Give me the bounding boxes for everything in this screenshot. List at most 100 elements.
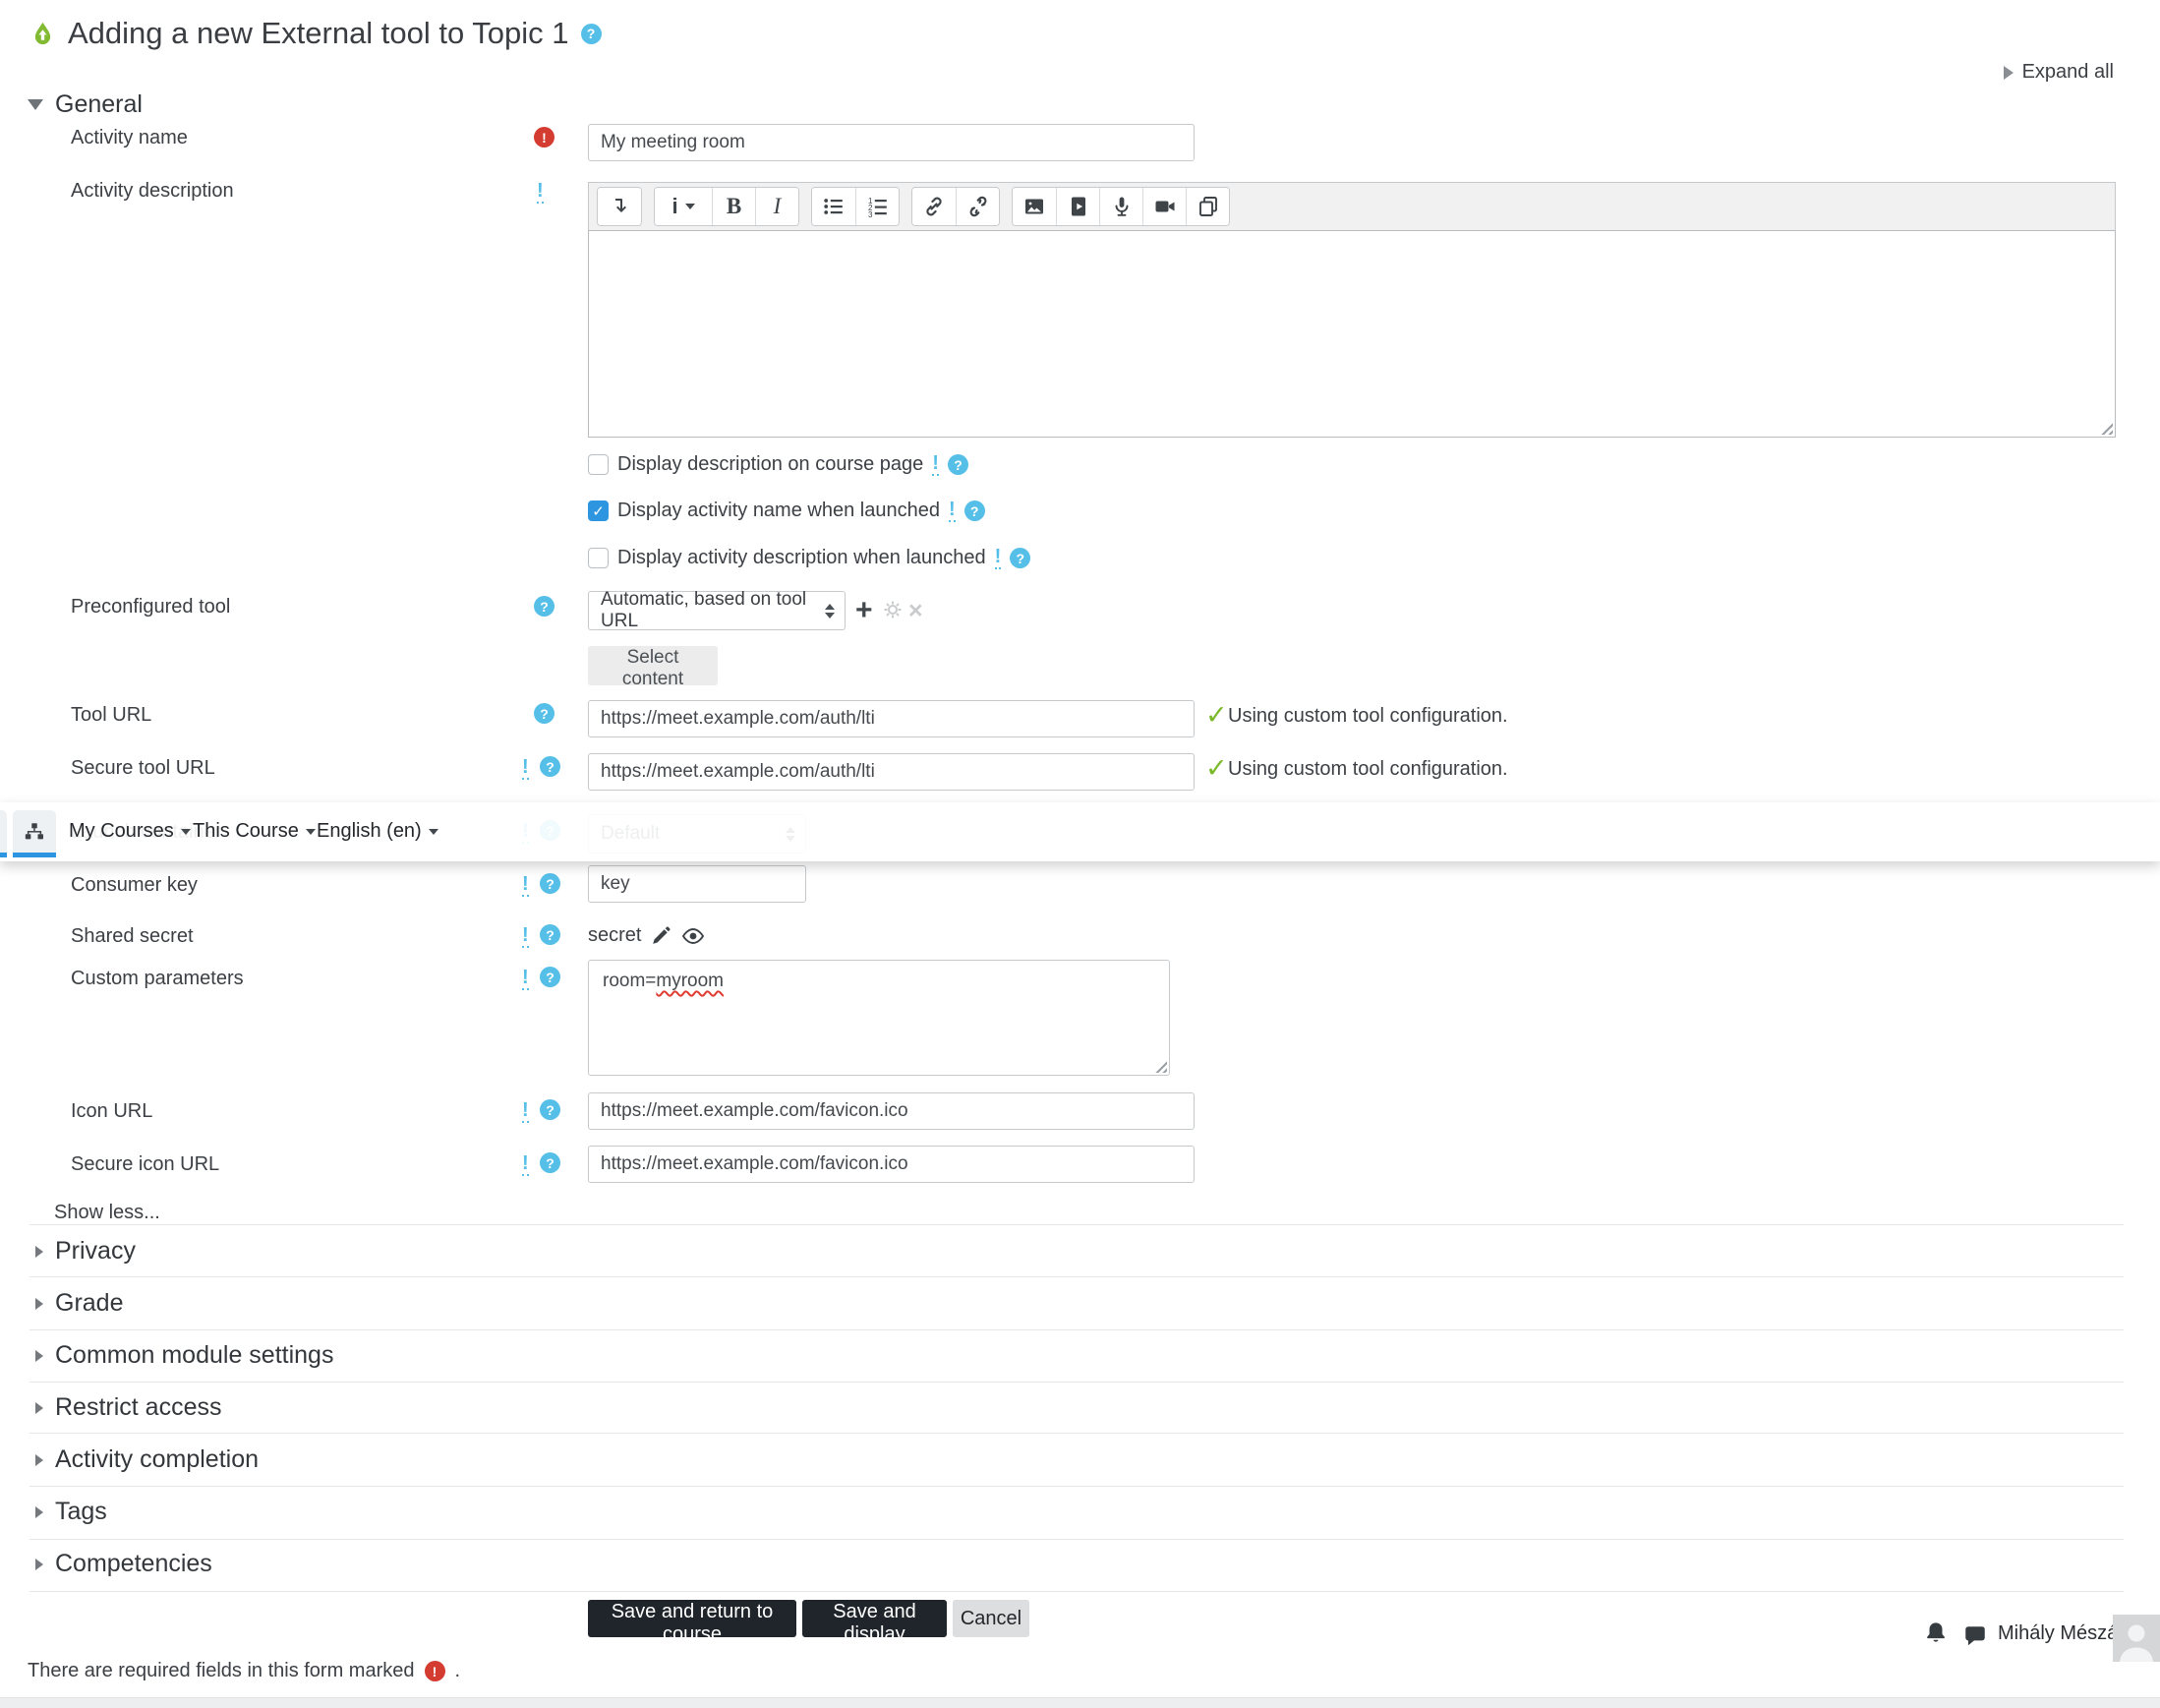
record-video-button[interactable] [1142,188,1186,225]
warning-icon[interactable]: ! [948,500,956,522]
chevron-down-icon [180,828,191,835]
ordered-list-button[interactable]: 123 [855,188,899,225]
warning-icon[interactable]: ! [932,453,939,476]
link-button[interactable] [912,188,956,225]
external-tool-activity-icon [29,21,56,47]
warning-icon[interactable]: ! [522,874,529,897]
nav-this-course-label: This Course [193,820,299,842]
insert-media-button[interactable] [1056,188,1099,225]
unlink-icon [969,196,986,217]
unordered-list-button[interactable] [812,188,855,225]
warning-icon[interactable]: ! [994,547,1002,569]
help-icon[interactable]: ? [963,501,985,521]
expand-all-link[interactable]: Expand all [2003,61,2114,84]
nav-this-course[interactable]: This Course [193,820,316,843]
select-content-button[interactable]: Select content [588,646,718,689]
help-icon[interactable]: ? [540,1152,560,1173]
section-restrict-access-header[interactable]: Restrict access [35,1393,221,1422]
nav-language-label: English (en) [317,820,422,842]
italic-button[interactable]: I [755,188,798,225]
help-icon[interactable]: ? [540,756,560,777]
custom-parameters-value-flagged: myroom [656,971,725,991]
help-icon[interactable]: ? [540,967,560,987]
section-activity-completion-header[interactable]: Activity completion [35,1445,259,1474]
unlink-button[interactable] [956,188,999,225]
page-title-row: Adding a new External tool to Topic 1 ? [29,16,602,51]
help-icon[interactable]: ? [534,596,555,617]
insert-image-button[interactable] [1013,188,1056,225]
help-icon[interactable]: ? [540,1099,560,1120]
section-grade-header[interactable]: Grade [35,1289,123,1318]
display-activity-name-row: ✓ Display activity name when launched ! … [588,500,985,522]
warning-icon[interactable]: ! [522,925,529,948]
gear-icon [883,600,903,619]
manage-files-button[interactable] [1186,188,1229,225]
warning-icon[interactable]: ! [522,1100,529,1123]
toolbar-group-lists: 123 [811,187,900,226]
resize-grip-icon[interactable] [1152,1058,1167,1073]
secure-tool-url-input[interactable] [588,753,1195,791]
messages-icon[interactable] [1962,1624,1988,1648]
warning-icon[interactable]: ! [522,968,529,990]
activity-name-input[interactable] [588,124,1195,161]
nav-tab-dashboard[interactable] [13,810,56,857]
notifications-bell-icon[interactable] [1923,1620,1949,1646]
preconfigured-tool-value: Automatic, based on tool URL [601,589,807,631]
nav-language[interactable]: English (en) [317,820,438,843]
section-tags-header[interactable]: Tags [35,1498,107,1526]
help-icon[interactable]: ? [540,924,560,945]
section-general-header[interactable]: General [28,90,143,119]
custom-parameters-value-prefix: room= [603,971,657,991]
secure-icon-url-input[interactable] [588,1146,1195,1183]
toolbar-group-links [911,187,1000,226]
video-camera-icon [1155,201,1174,212]
help-icon[interactable]: ? [534,703,555,724]
warning-icon[interactable]: ! [522,1153,529,1176]
microphone-icon [1115,197,1128,216]
consumer-key-input[interactable] [588,865,806,903]
tool-url-input[interactable] [588,700,1195,737]
display-activity-description-checkbox[interactable] [588,548,609,568]
custom-parameters-label: Custom parameters [71,968,244,989]
show-less-link[interactable]: Show less... [54,1202,160,1224]
help-icon[interactable]: ? [540,873,560,894]
resize-grip-icon[interactable] [2098,420,2113,435]
preconfigured-tool-select[interactable]: Automatic, based on tool URL [588,589,846,631]
record-audio-button[interactable] [1099,188,1142,225]
collapse-toolbar-button[interactable] [598,188,641,225]
bold-button[interactable]: B [712,188,755,225]
required-fields-note: There are required fields in this form m… [28,1660,460,1682]
chevron-down-icon [684,204,695,209]
display-activity-name-checkbox[interactable]: ✓ [588,501,609,521]
add-tool-icon[interactable]: + [855,591,873,630]
save-and-return-button[interactable]: Save and return to course [588,1600,796,1645]
section-privacy-header[interactable]: Privacy [35,1237,136,1266]
edit-pencil-icon[interactable] [651,925,671,946]
required-note-suffix: . [454,1660,461,1681]
expand-all-arrow-icon [2003,65,2014,80]
icon-url-input[interactable] [588,1092,1195,1130]
tool-url-label: Tool URL [71,704,152,726]
footer-strip [0,1697,2160,1708]
numbered-list-icon: 123 [868,197,887,218]
eye-icon[interactable] [681,926,705,946]
title-help-icon[interactable]: ? [580,23,602,44]
nav-my-courses[interactable]: My Courses [69,820,191,843]
save-and-display-button[interactable]: Save and display [802,1600,947,1645]
nav-my-courses-label: My Courses [69,820,174,842]
custom-parameters-textarea[interactable]: room=myroom [588,960,1170,1076]
avatar[interactable] [2113,1615,2160,1662]
section-competencies-header[interactable]: Competencies [35,1550,212,1578]
section-common-module-settings-header[interactable]: Common module settings [35,1341,333,1370]
collapse-arrow-down-icon [615,199,626,212]
display-description-checkbox[interactable] [588,454,609,475]
help-icon[interactable]: ? [947,454,968,475]
chevron-down-icon [305,828,316,835]
warning-icon[interactable]: ! [537,181,544,204]
image-icon [1025,199,1043,214]
warning-icon[interactable]: ! [522,757,529,780]
help-icon[interactable]: ? [1010,548,1031,568]
paragraph-styles-button[interactable]: i [655,188,712,225]
cancel-button[interactable]: Cancel [953,1600,1029,1637]
editor-content-area[interactable] [588,230,2116,438]
